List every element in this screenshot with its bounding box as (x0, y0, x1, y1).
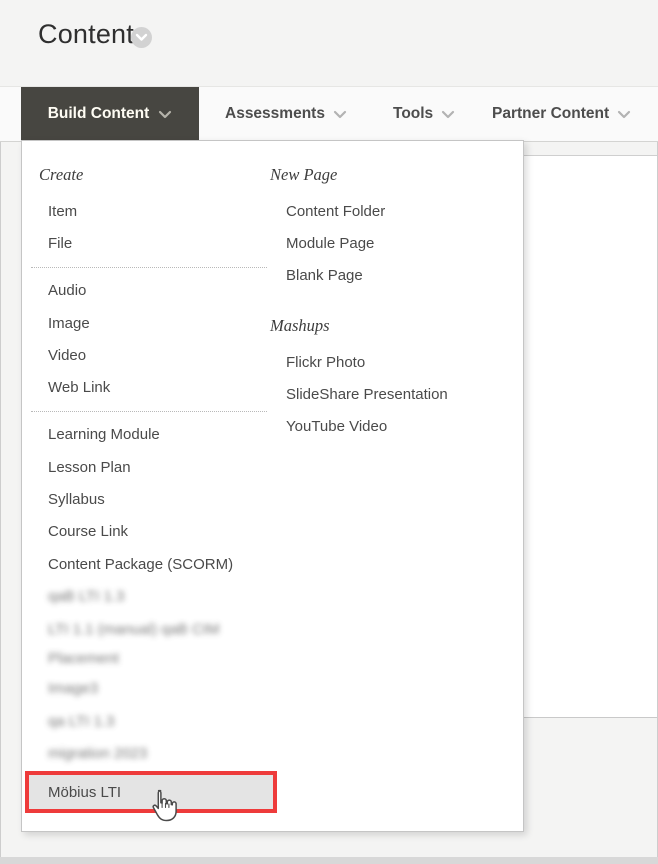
build-content-dropdown: Create Item File Audio Image Video Web L… (21, 140, 524, 832)
menu-item-lesson-plan[interactable]: Lesson Plan (38, 451, 293, 483)
build-content-button[interactable]: Build Content (21, 87, 199, 141)
partner-content-label: Partner Content (492, 105, 609, 123)
menu-item-video[interactable]: Video (38, 339, 293, 371)
hand-cursor-icon (147, 788, 179, 831)
menu-item-redacted-2[interactable]: LTI 1.1 (manual) qaB CIM Placement (38, 613, 228, 673)
page-header: Content (0, 0, 658, 86)
create-header: Create (39, 165, 293, 185)
assessments-button[interactable]: Assessments (225, 87, 347, 141)
menu-item-image[interactable]: Image (38, 307, 293, 339)
menu-item-item[interactable]: Item (38, 195, 293, 227)
menu-divider (31, 267, 267, 268)
menu-item-web-link[interactable]: Web Link (38, 371, 293, 403)
assessments-label: Assessments (225, 105, 325, 123)
menu-item-blank-page[interactable]: Blank Page (269, 260, 504, 292)
mashups-header: Mashups (270, 316, 504, 336)
menu-item-syllabus[interactable]: Syllabus (38, 483, 293, 515)
new-page-column: New Page Content Folder Module Page Blan… (269, 165, 504, 443)
menu-item-module-page[interactable]: Module Page (269, 227, 504, 259)
menu-item-slideshare-presentation[interactable]: SlideShare Presentation (269, 378, 504, 410)
menu-item-youtube-video[interactable]: YouTube Video (269, 410, 504, 442)
chevron-down-icon (333, 110, 347, 119)
menu-item-redacted-4[interactable]: qa LTI 1.3 (38, 705, 293, 737)
page-title: Content (38, 19, 134, 50)
chevron-down-icon (135, 33, 148, 42)
create-column: Create Item File Audio Image Video Web L… (38, 165, 293, 813)
chevron-down-icon (441, 110, 455, 119)
menu-divider (31, 411, 267, 412)
menu-item-redacted-3[interactable]: Image3 (38, 673, 293, 705)
menu-item-redacted-1[interactable]: qaB LTI 1.3 (38, 580, 293, 612)
tools-label: Tools (393, 105, 433, 123)
page-bottom-divider (0, 857, 658, 864)
partner-content-button[interactable]: Partner Content (492, 87, 631, 141)
menu-item-file[interactable]: File (38, 227, 293, 259)
chevron-down-icon (158, 110, 172, 119)
menu-item-learning-module[interactable]: Learning Module (38, 419, 293, 451)
menu-item-audio[interactable]: Audio (38, 275, 293, 307)
menu-item-flickr-photo[interactable]: Flickr Photo (269, 346, 504, 378)
new-page-header: New Page (270, 165, 504, 185)
menu-item-redacted-5[interactable]: migration 2023 (38, 737, 293, 769)
menu-item-content-package-scorm[interactable]: Content Package (SCORM) (38, 548, 293, 580)
menu-item-content-folder[interactable]: Content Folder (269, 195, 504, 227)
blackboard-content-page: Content Build Content Assessments Tools (0, 0, 658, 864)
menu-item-course-link[interactable]: Course Link (38, 516, 293, 548)
build-content-label: Build Content (48, 105, 150, 123)
tools-button[interactable]: Tools (393, 87, 455, 141)
page-title-chevron-button[interactable] (131, 27, 152, 48)
action-bar: Build Content Assessments Tools Partner … (0, 86, 658, 142)
chevron-down-icon (617, 110, 631, 119)
